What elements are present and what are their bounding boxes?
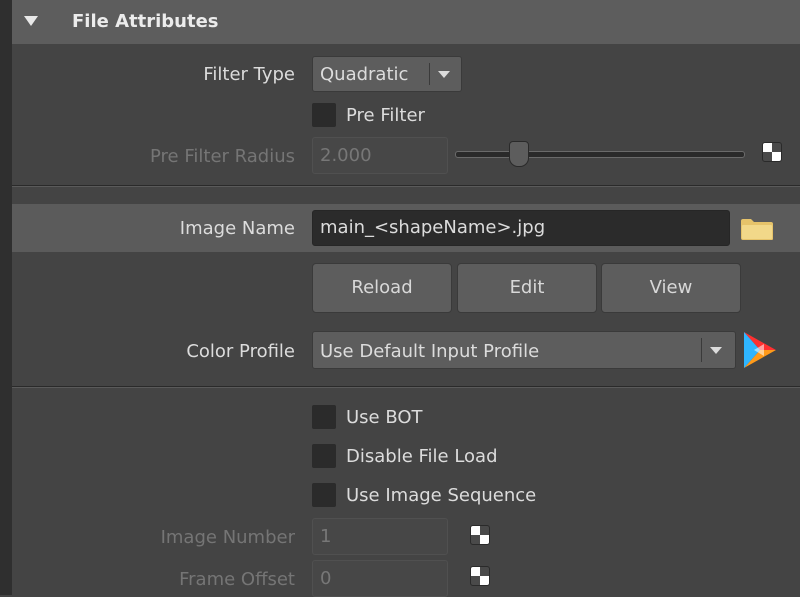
slider-track — [455, 151, 745, 158]
color-profile-dropdown[interactable]: Use Default Input Profile — [312, 331, 736, 369]
folder-icon[interactable] — [740, 217, 774, 241]
edit-button[interactable]: Edit — [457, 263, 597, 313]
color-profile-label: Color Profile — [186, 341, 295, 362]
reload-button[interactable]: Reload — [312, 263, 452, 313]
image-number-field[interactable]: 1 — [312, 518, 448, 555]
color-wheel-icon[interactable] — [742, 330, 778, 370]
pre-filter-radius-label: Pre Filter Radius — [150, 146, 295, 167]
chevron-down-icon — [710, 347, 722, 354]
checkbox-box[interactable] — [312, 103, 336, 127]
frame-offset-map-icon[interactable] — [470, 566, 490, 586]
disable-file-load-label: Disable File Load — [346, 445, 498, 467]
use-image-sequence-checkbox[interactable]: Use Image Sequence — [312, 483, 536, 507]
checkbox-box[interactable] — [312, 405, 336, 429]
section-divider-highlight — [12, 186, 800, 187]
view-button[interactable]: View — [601, 263, 741, 313]
checkbox-box[interactable] — [312, 444, 336, 468]
filter-type-value: Quadratic — [320, 64, 409, 85]
map-button-icon[interactable] — [762, 142, 782, 162]
triangle-down-icon — [24, 16, 38, 26]
slider-handle[interactable] — [509, 141, 529, 167]
disable-file-load-checkbox[interactable]: Disable File Load — [312, 444, 498, 468]
image-number-label: Image Number — [160, 527, 295, 548]
use-image-sequence-label: Use Image Sequence — [346, 484, 537, 506]
pre-filter-checkbox[interactable]: Pre Filter — [312, 103, 425, 127]
image-name-label: Image Name — [179, 218, 295, 239]
frame-offset-field[interactable]: 0 — [312, 560, 448, 597]
dropdown-divider — [429, 63, 430, 85]
color-profile-value: Use Default Input Profile — [320, 341, 540, 362]
filter-type-dropdown[interactable]: Quadratic — [312, 56, 462, 92]
pre-filter-radius-slider[interactable] — [455, 141, 745, 169]
dropdown-divider — [701, 338, 702, 362]
use-bot-checkbox[interactable]: Use BOT — [312, 405, 423, 429]
pre-filter-label: Pre Filter — [346, 104, 425, 126]
chevron-down-icon — [438, 71, 450, 78]
filter-type-label: Filter Type — [203, 64, 295, 85]
section-title: File Attributes — [72, 11, 219, 32]
section-header[interactable]: File Attributes — [12, 0, 800, 44]
image-name-field[interactable]: main_<shapeName>.jpg — [312, 210, 730, 246]
image-number-map-icon[interactable] — [470, 525, 490, 545]
section-divider-highlight — [12, 387, 800, 388]
checkbox-box[interactable] — [312, 483, 336, 507]
left-border — [0, 0, 12, 595]
use-bot-label: Use BOT — [346, 406, 423, 428]
frame-offset-label: Frame Offset — [179, 569, 295, 590]
pre-filter-radius-field[interactable]: 2.000 — [312, 137, 448, 174]
